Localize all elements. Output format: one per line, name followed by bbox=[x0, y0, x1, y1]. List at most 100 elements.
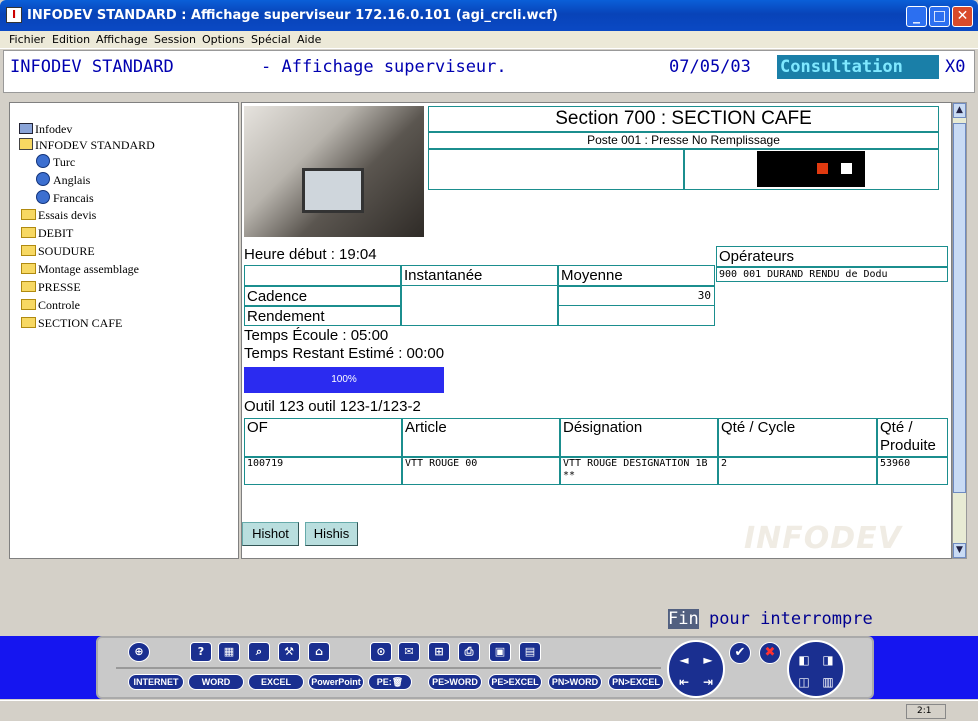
pn-word-button[interactable]: PN>WORD bbox=[548, 674, 602, 690]
page-next-icon[interactable]: ◨ bbox=[817, 650, 839, 670]
fin-key: Fin bbox=[668, 609, 699, 629]
of-cell-qte-produite: 53960 bbox=[877, 457, 948, 485]
save-icon[interactable]: ▣ bbox=[489, 642, 511, 662]
stats-row-cadence: Cadence bbox=[244, 286, 401, 306]
tree-item-controle[interactable]: Controle bbox=[21, 298, 80, 314]
navigation-tree[interactable]: Infodev INFODEV STANDARD Turc Anglais Fr… bbox=[9, 102, 239, 559]
target-icon[interactable]: ⊕ bbox=[128, 642, 150, 662]
tree-item-infodev[interactable]: Infodev bbox=[19, 122, 72, 138]
pe-word-button[interactable]: PE>WORD bbox=[428, 674, 482, 690]
mail-icon[interactable]: ✉ bbox=[398, 642, 420, 662]
tree-item-anglais[interactable]: Anglais bbox=[36, 172, 90, 188]
tree-item-francais[interactable]: Francais bbox=[36, 190, 94, 206]
stats-corner-cell bbox=[244, 265, 401, 286]
section-title: Section 700 : SECTION CAFE bbox=[428, 106, 939, 132]
menu-aide[interactable]: Aide bbox=[297, 33, 321, 46]
indicator-light-white bbox=[841, 163, 852, 174]
arrow-right-icon[interactable]: ► bbox=[697, 650, 719, 670]
help-icon[interactable]: ? bbox=[190, 642, 212, 662]
tree-item-turc[interactable]: Turc bbox=[36, 154, 75, 170]
print-icon[interactable]: ⎙ bbox=[458, 642, 480, 662]
search-icon[interactable]: ⌕ bbox=[248, 642, 270, 662]
of-header-of: OF bbox=[244, 418, 402, 457]
of-cell-designation: VTT ROUGE DESIGNATION 1B ** bbox=[560, 457, 718, 485]
title-bar[interactable]: I INFODEV STANDARD : Affichage supervise… bbox=[0, 0, 978, 31]
scroll-up-arrow[interactable]: ▲ bbox=[953, 103, 966, 118]
app-icon[interactable]: I bbox=[6, 7, 22, 23]
grid-icon[interactable]: ▤ bbox=[519, 642, 541, 662]
tree-item-section-cafe[interactable]: SECTION CAFE bbox=[21, 316, 122, 332]
network-icon[interactable]: ⊞ bbox=[428, 642, 450, 662]
nav-pad-left: ◄ ► ⇤ ⇥ bbox=[667, 640, 725, 698]
tree-item-presse[interactable]: PRESSE bbox=[21, 280, 81, 296]
operateur-row: 900 001 DURAND RENDU de Dodu bbox=[716, 267, 948, 282]
arrow-left-icon[interactable]: ◄ bbox=[673, 650, 695, 670]
progress-bar: 100% bbox=[244, 367, 444, 393]
scroll-down-arrow[interactable]: ▼ bbox=[953, 543, 966, 558]
arrow-first-icon[interactable]: ⇤ bbox=[673, 672, 695, 692]
of-cell-of: 100719 bbox=[244, 457, 402, 485]
folder-icon bbox=[21, 263, 36, 274]
of-header-qte-cycle: Qté / Cycle bbox=[718, 418, 877, 457]
minimize-button[interactable]: _ bbox=[906, 6, 927, 27]
tools-icon[interactable]: ⚒ bbox=[278, 642, 300, 662]
window-title: INFODEV STANDARD : Affichage superviseur… bbox=[27, 8, 558, 23]
folder-icon bbox=[21, 299, 36, 310]
window-status-bar: 2:1 bbox=[0, 700, 978, 721]
zoom-doc-icon[interactable]: ⊙ bbox=[370, 642, 392, 662]
start-time: Heure début : 19:04 bbox=[244, 246, 377, 263]
tree-item-infodev-standard[interactable]: INFODEV STANDARD bbox=[19, 138, 155, 154]
remaining-time: Temps Restant Estimé : 00:00 bbox=[244, 345, 445, 362]
page-last-icon[interactable]: ▥ bbox=[817, 672, 839, 692]
tree-item-montage-assemblage[interactable]: Montage assemblage bbox=[21, 262, 139, 278]
tree-item-debit[interactable]: DEBIT bbox=[21, 226, 73, 242]
stats-cadence-instant bbox=[401, 286, 558, 326]
stats-header-moyenne: Moyenne bbox=[558, 265, 715, 286]
stats-header-instant: Instantanée bbox=[401, 265, 558, 286]
elapsed-time: Temps Écoule : 05:00 bbox=[244, 327, 389, 344]
menu-special[interactable]: Spécial bbox=[251, 33, 291, 46]
indicator-light-orange bbox=[817, 163, 828, 174]
scroll-thumb[interactable] bbox=[953, 123, 966, 493]
maximize-button[interactable]: □ bbox=[929, 6, 950, 27]
menu-bar: Fichier Edition Affichage Session Option… bbox=[0, 31, 978, 49]
of-header-article: Article bbox=[402, 418, 560, 457]
page-first-icon[interactable]: ◫ bbox=[793, 672, 815, 692]
internet-button[interactable]: INTERNET bbox=[128, 674, 184, 690]
cancel-x-icon[interactable]: ✖ bbox=[759, 642, 781, 664]
menu-session[interactable]: Session bbox=[154, 33, 196, 46]
bottom-toolbar: ⊕ ? ▦ ⌕ ⚒ ⌂ ⊙ ✉ ⊞ ⎙ ▣ ▤ INTERNET WORD EX… bbox=[0, 636, 978, 699]
hishot-button[interactable]: Hishot bbox=[242, 522, 299, 546]
camera-monitor-shape bbox=[302, 168, 364, 213]
stats-cadence-moyenne: 30 bbox=[558, 286, 715, 306]
pe-button[interactable]: PE:🗑 bbox=[368, 674, 412, 690]
word-button[interactable]: WORD bbox=[188, 674, 244, 690]
excel-button[interactable]: EXCEL bbox=[248, 674, 304, 690]
of-header-qte-produite: Qté / Produite bbox=[877, 418, 948, 457]
powerpoint-button[interactable]: PowerPoint bbox=[308, 674, 364, 690]
validate-check-icon[interactable]: ✔ bbox=[729, 642, 751, 664]
menu-fichier[interactable]: Fichier bbox=[9, 33, 45, 46]
tree-item-soudure[interactable]: SOUDURE bbox=[21, 244, 95, 260]
folder-icon bbox=[21, 227, 36, 238]
pe-excel-button[interactable]: PE>EXCEL bbox=[488, 674, 542, 690]
pn-excel-button[interactable]: PN>EXCEL bbox=[608, 674, 664, 690]
menu-edition[interactable]: Edition bbox=[52, 33, 90, 46]
tree-item-essais-devis[interactable]: Essais devis bbox=[21, 208, 96, 224]
camera-image bbox=[244, 106, 424, 237]
zoom-indicator: 2:1 bbox=[906, 704, 946, 719]
close-button[interactable]: ✕ bbox=[952, 6, 973, 27]
menu-options[interactable]: Options bbox=[202, 33, 244, 46]
home-icon bbox=[19, 138, 33, 150]
calculator-icon[interactable]: ▦ bbox=[218, 642, 240, 662]
supervisor-panel: Section 700 : SECTION CAFE Poste 001 : P… bbox=[241, 102, 952, 559]
app-header: INFODEV STANDARD - Affichage superviseur… bbox=[3, 50, 975, 93]
page-prev-icon[interactable]: ◧ bbox=[793, 650, 815, 670]
menu-affichage[interactable]: Affichage bbox=[96, 33, 148, 46]
hishis-button[interactable]: Hishis bbox=[305, 522, 358, 546]
vertical-scrollbar[interactable]: ▲ ▼ bbox=[952, 102, 967, 559]
home-icon[interactable]: ⌂ bbox=[308, 642, 330, 662]
arrow-last-icon[interactable]: ⇥ bbox=[697, 672, 719, 692]
infodev-logo: INFODEV bbox=[744, 521, 902, 556]
toolbar-divider bbox=[116, 667, 661, 669]
